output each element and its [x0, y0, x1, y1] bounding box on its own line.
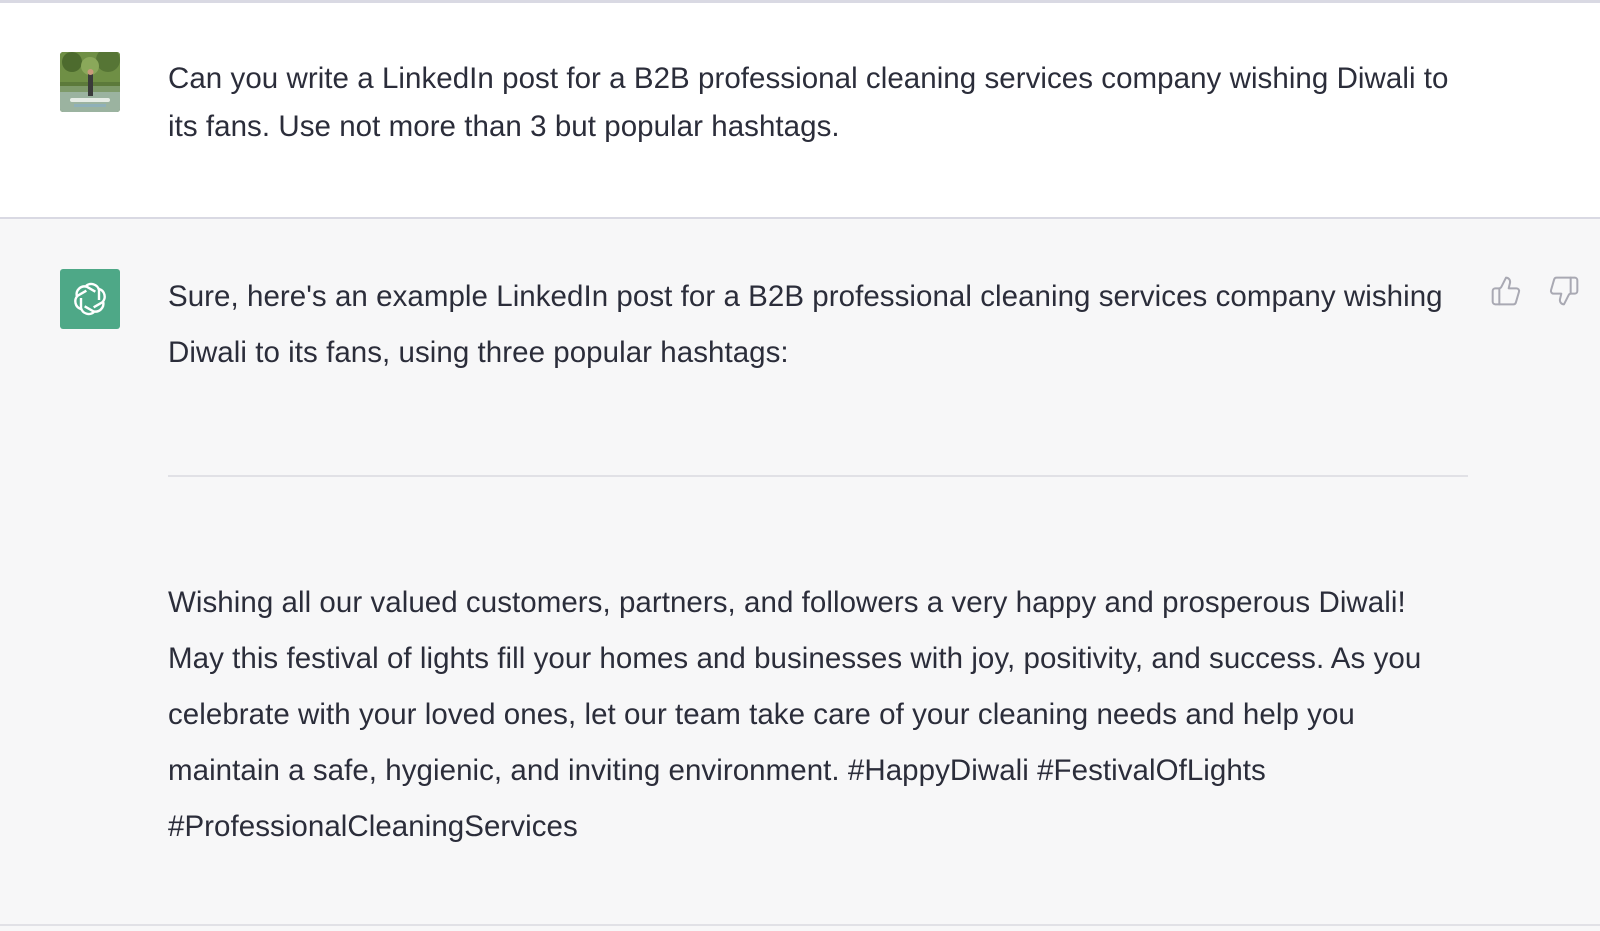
thumbs-up-button[interactable] — [1486, 271, 1526, 311]
horizontal-rule — [168, 475, 1468, 477]
user-message: Can you write a LinkedIn post for a B2B … — [0, 3, 1600, 219]
user-avatar — [60, 52, 120, 112]
bottom-divider — [0, 924, 1600, 926]
assistant-post-text: Wishing all our valued customers, partne… — [168, 586, 1422, 843]
assistant-message: Sure, here's an example LinkedIn post fo… — [0, 219, 1600, 931]
user-message-text: Can you write a LinkedIn post for a B2B … — [168, 62, 1449, 143]
assistant-intro-text: Sure, here's an example LinkedIn post fo… — [168, 280, 1443, 369]
thumbs-down-icon — [1549, 276, 1579, 306]
openai-logo-icon — [60, 269, 120, 329]
thumbs-down-button[interactable] — [1544, 271, 1584, 311]
thumbs-up-icon — [1491, 276, 1521, 306]
